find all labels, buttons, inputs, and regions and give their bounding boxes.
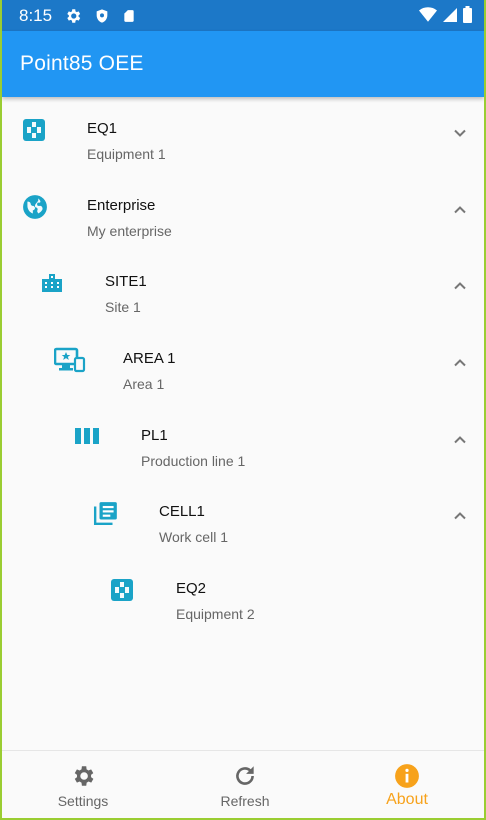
nav-settings[interactable]: Settings bbox=[2, 751, 164, 818]
tree-item-title: SITE1 bbox=[105, 273, 147, 290]
app-title: Point85 OEE bbox=[20, 52, 144, 75]
info-icon bbox=[394, 763, 420, 789]
tree-item-site1[interactable]: SITE1 Site 1 bbox=[2, 250, 484, 326]
work-cell-icon bbox=[93, 500, 119, 526]
tree-item-eq1[interactable]: EQ1 Equipment 1 bbox=[2, 97, 484, 173]
app-bar: Point85 OEE bbox=[2, 31, 484, 97]
tree-item-subtitle: Site 1 bbox=[105, 299, 141, 315]
tree-item-pl1[interactable]: PL1 Production line 1 bbox=[2, 404, 484, 480]
status-right-icons bbox=[419, 6, 472, 28]
tree-item-title: EQ1 bbox=[87, 120, 118, 137]
nav-about[interactable]: About bbox=[326, 751, 484, 818]
nav-label: About bbox=[386, 791, 428, 808]
devices-icon bbox=[53, 347, 86, 373]
tree-item-subtitle: Work cell 1 bbox=[159, 529, 228, 545]
nav-refresh[interactable]: Refresh bbox=[164, 751, 326, 818]
battery-icon bbox=[463, 6, 472, 28]
tree-item-subtitle: Equipment 1 bbox=[87, 146, 166, 162]
tree-item-subtitle: Production line 1 bbox=[141, 453, 246, 469]
tree-item-area1[interactable]: AREA 1 Area 1 bbox=[2, 327, 484, 403]
chevron-up-icon[interactable] bbox=[450, 506, 470, 526]
chevron-down-icon[interactable] bbox=[450, 123, 470, 143]
tree-item-subtitle: My enterprise bbox=[87, 223, 172, 239]
status-bar: 8:15 bbox=[2, 0, 484, 31]
tree-item-cell1[interactable]: CELL1 Work cell 1 bbox=[2, 480, 484, 556]
tree-item-title: CELL1 bbox=[159, 503, 205, 520]
tree-item-subtitle: Area 1 bbox=[123, 376, 165, 392]
shield-icon bbox=[94, 7, 110, 25]
tree-item-title: EQ2 bbox=[176, 580, 207, 597]
status-time: 8:15 bbox=[19, 5, 53, 25]
sd-card-icon bbox=[122, 7, 136, 25]
tree-item-title: Enterprise bbox=[87, 197, 156, 214]
tree-item-enterprise[interactable]: Enterprise My enterprise bbox=[2, 174, 484, 250]
chevron-up-icon[interactable] bbox=[450, 200, 470, 220]
equipment-icon bbox=[22, 118, 48, 144]
app-window: 8:15 Point85 OEE EQ1 Equipment 1 Enterpr… bbox=[0, 0, 486, 820]
gear-icon bbox=[70, 763, 96, 789]
tree-item-title: PL1 bbox=[141, 427, 168, 444]
tree-item-eq2[interactable]: EQ2 Equipment 2 bbox=[2, 557, 484, 633]
wifi-icon bbox=[419, 6, 437, 28]
nav-label: Refresh bbox=[220, 793, 270, 809]
refresh-icon bbox=[232, 763, 258, 789]
bottom-navigation: Settings Refresh About bbox=[2, 750, 484, 818]
building-icon bbox=[40, 270, 66, 296]
chevron-up-icon[interactable] bbox=[450, 276, 470, 296]
chevron-up-icon[interactable] bbox=[450, 430, 470, 450]
equipment-icon bbox=[110, 578, 136, 604]
gear-icon bbox=[64, 7, 82, 25]
tree-item-subtitle: Equipment 2 bbox=[176, 606, 255, 622]
chevron-up-icon[interactable] bbox=[450, 353, 470, 373]
nav-label: Settings bbox=[57, 793, 109, 809]
production-line-icon bbox=[74, 424, 100, 450]
globe-icon bbox=[22, 194, 48, 220]
signal-icon bbox=[443, 7, 457, 28]
tree-item-title: AREA 1 bbox=[123, 350, 176, 367]
